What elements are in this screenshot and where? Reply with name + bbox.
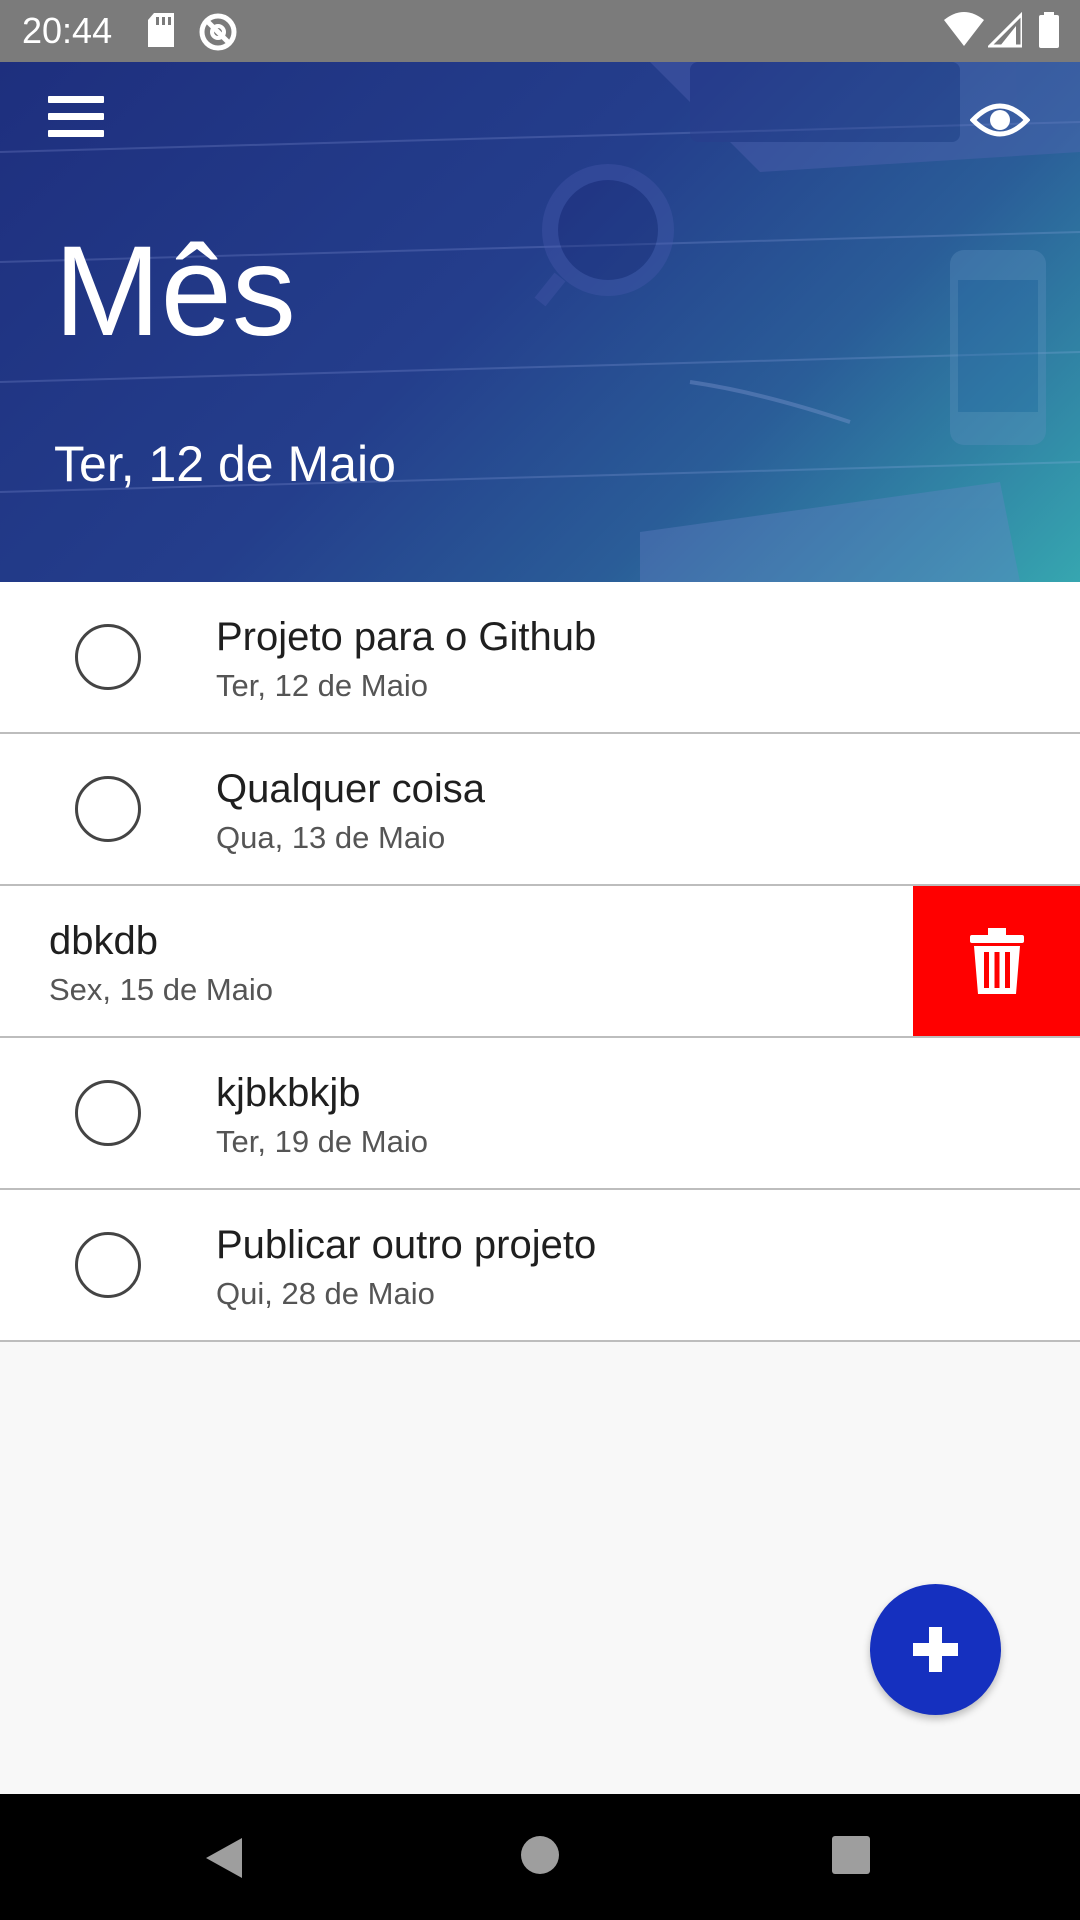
back-icon[interactable]	[204, 1836, 244, 1880]
page-title: Mês	[54, 220, 296, 363]
delete-button[interactable]	[913, 886, 1080, 1036]
task-title: dbkdb	[49, 919, 158, 963]
home-icon[interactable]	[521, 1836, 559, 1874]
sd-card-icon	[148, 13, 174, 47]
header-date: Ter, 12 de Maio	[54, 436, 396, 492]
task-checkbox[interactable]	[75, 1232, 141, 1298]
task-checkbox[interactable]	[75, 1080, 141, 1146]
hamburger-menu-icon	[48, 96, 104, 103]
task-title: Publicar outro projeto	[216, 1223, 597, 1267]
eye-icon[interactable]	[970, 92, 1030, 148]
trash-icon	[970, 928, 1024, 994]
task-date: Ter, 19 de Maio	[216, 1124, 428, 1159]
task-title: kjbkbkjb	[216, 1071, 361, 1115]
task-title: Projeto para o Github	[216, 615, 597, 659]
task-row-swiped[interactable]: dbkdb Sex, 15 de Maio	[0, 886, 1080, 1038]
task-date: Ter, 12 de Maio	[216, 668, 428, 703]
status-bar: 20:44	[0, 0, 1080, 62]
sync-icon	[199, 13, 237, 51]
task-row[interactable]: Projeto para o Github Ter, 12 de Maio	[0, 582, 1080, 734]
wifi-icon	[944, 12, 984, 46]
battery-icon	[1039, 12, 1059, 48]
status-time: 20:44	[22, 10, 113, 51]
task-row[interactable]: kjbkbkjb Ter, 19 de Maio	[0, 1038, 1080, 1190]
add-task-button[interactable]	[870, 1584, 1001, 1715]
task-date: Qua, 13 de Maio	[216, 820, 446, 855]
task-row[interactable]: Qualquer coisa Qua, 13 de Maio	[0, 734, 1080, 886]
task-date: Qui, 28 de Maio	[216, 1276, 435, 1311]
signal-icon	[988, 12, 1022, 48]
recents-icon[interactable]	[832, 1836, 870, 1874]
header: Mês Ter, 12 de Maio	[0, 62, 1080, 582]
menu-button[interactable]	[48, 96, 104, 146]
task-list: Projeto para o Github Ter, 12 de Maio Qu…	[0, 582, 1080, 1342]
task-title: Qualquer coisa	[216, 767, 486, 811]
task-date: Sex, 15 de Maio	[49, 972, 274, 1007]
task-row[interactable]: Publicar outro projeto Qui, 28 de Maio	[0, 1190, 1080, 1342]
task-checkbox[interactable]	[75, 624, 141, 690]
task-checkbox[interactable]	[75, 776, 141, 842]
navigation-bar	[0, 1794, 1080, 1920]
